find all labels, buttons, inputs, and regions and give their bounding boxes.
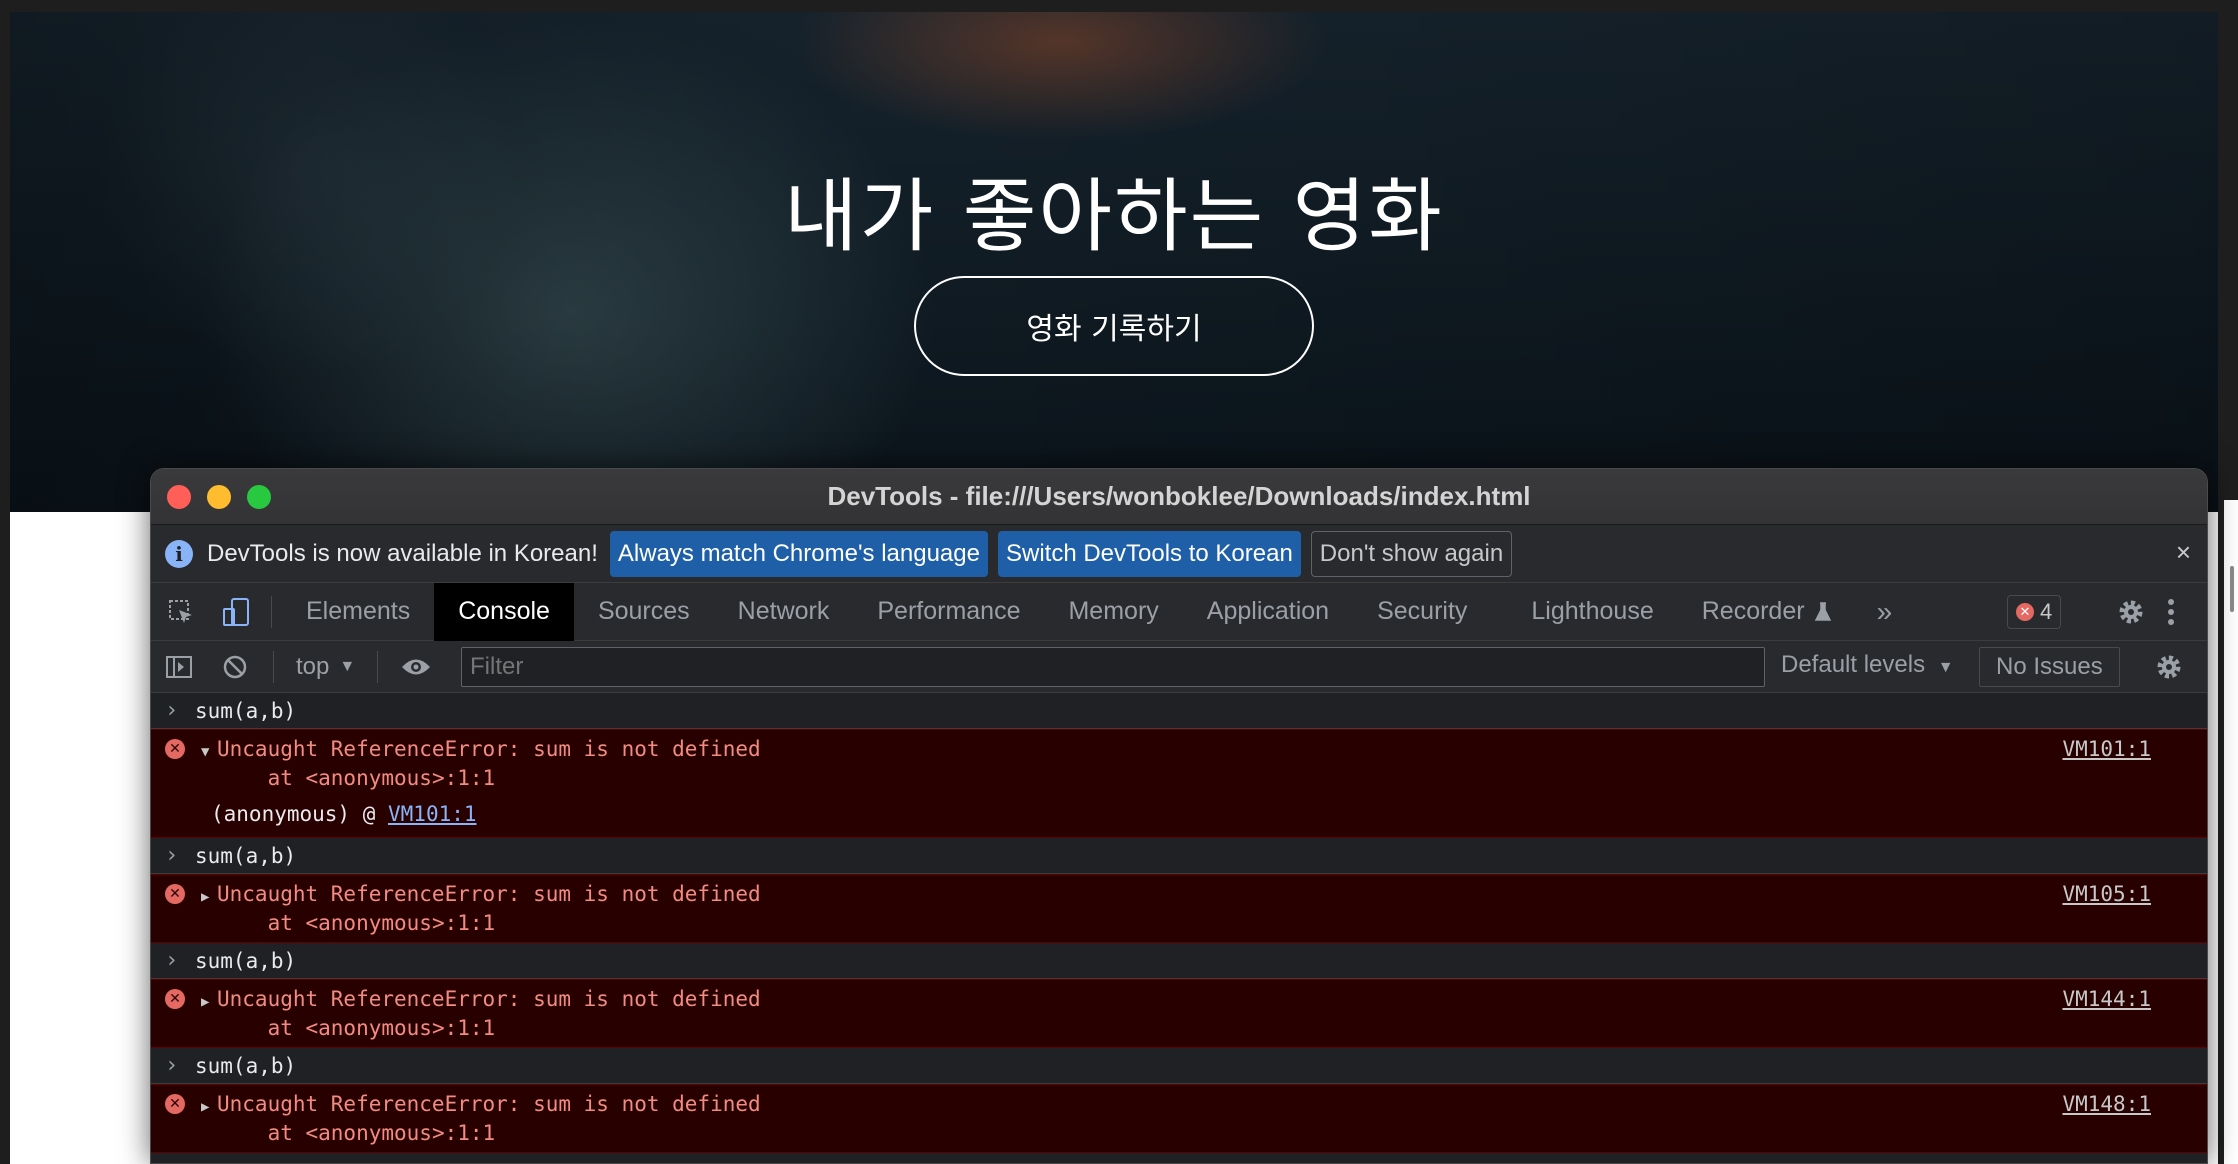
chevron-down-icon: ▼ xyxy=(339,657,356,675)
console-input-text: sum(a,b) xyxy=(195,698,297,723)
info-icon: i xyxy=(165,539,193,568)
close-infobar-icon[interactable]: × xyxy=(2176,537,2191,568)
error-location: at <anonymous>:1:1 xyxy=(201,1015,2207,1041)
error-location: at <anonymous>:1:1 xyxy=(201,910,2207,936)
stack-trace: (anonymous) @ VM101:1 xyxy=(201,801,2207,827)
tab-elements[interactable]: Elements xyxy=(282,583,434,641)
issues-button[interactable]: No Issues xyxy=(1979,647,2120,687)
error-source-link[interactable]: VM105:1 xyxy=(2062,881,2151,907)
console-sidebar-icon[interactable] xyxy=(151,641,207,693)
console-input-row: › sum(a,b) xyxy=(151,693,2207,729)
more-tabs-chevron-icon[interactable]: » xyxy=(1857,596,1913,628)
always-match-language-button[interactable]: Always match Chrome's language xyxy=(609,530,988,577)
log-levels-label: Default levels xyxy=(1781,651,1926,678)
toolbar-separator xyxy=(271,595,272,628)
tab-sources[interactable]: Sources xyxy=(574,583,714,641)
error-icon: ✕ xyxy=(165,989,185,1009)
error-message-text: Uncaught ReferenceError: sum is not defi… xyxy=(217,737,761,761)
language-infobar: i DevTools is now available in Korean! A… xyxy=(151,525,2207,583)
execution-context-value: top xyxy=(296,652,330,680)
console-input-text: sum(a,b) xyxy=(195,843,297,868)
tab-network[interactable]: Network xyxy=(714,583,854,641)
clear-console-icon[interactable] xyxy=(207,641,263,693)
console-input-text: sum(a,b) xyxy=(195,1053,297,1078)
live-expression-eye-icon[interactable] xyxy=(388,641,444,693)
console-error-row[interactable]: ✕ ▶ Uncaught ReferenceError: sum is not d… xyxy=(151,874,2207,943)
prompt-chevron-icon: › xyxy=(165,1053,179,1078)
error-location: at <anonymous>:1:1 xyxy=(201,1120,2207,1146)
dont-show-again-button[interactable]: Don't show again xyxy=(1310,530,1513,577)
more-options-icon[interactable] xyxy=(2141,583,2201,641)
console-input-row: › sum(a,b) xyxy=(151,943,2207,979)
inspect-element-icon[interactable] xyxy=(151,583,211,641)
collapsed-triangle-icon[interactable]: ▶ xyxy=(201,884,217,910)
error-count: 4 xyxy=(2040,599,2053,624)
devtools-titlebar[interactable]: DevTools - file:///Users/wonboklee/Downl… xyxy=(151,469,2207,525)
console-error-row[interactable]: ✕ ▶ Uncaught ReferenceError: sum is not d… xyxy=(151,979,2207,1048)
device-toolbar-icon[interactable] xyxy=(211,583,261,641)
console-error-row[interactable]: ✕ ▼ Uncaught ReferenceError: sum is not d… xyxy=(151,729,2207,838)
error-message[interactable]: ▶ Uncaught ReferenceError: sum is not def… xyxy=(201,881,2207,910)
error-source-link[interactable]: VM148:1 xyxy=(2062,1091,2151,1117)
toolbar-separator xyxy=(377,650,379,683)
error-icon: ✕ xyxy=(165,739,185,759)
chevron-down-icon: ▼ xyxy=(1937,659,1954,676)
tab-application[interactable]: Application xyxy=(1183,583,1353,641)
console-input-row: › sum(a,b) xyxy=(151,838,2207,874)
devtools-window: DevTools - file:///Users/wonboklee/Downl… xyxy=(150,468,2208,1164)
record-movie-button[interactable]: 영화 기록하기 xyxy=(914,276,1314,376)
tab-performance[interactable]: Performance xyxy=(853,583,1044,641)
hero-banner: 내가 좋아하는 영화 영화 기록하기 xyxy=(10,12,2218,512)
stack-frame-link[interactable]: VM101:1 xyxy=(388,802,477,826)
error-location-text: at <anonymous>:1:1 xyxy=(267,766,496,790)
console-settings-gear-icon[interactable] xyxy=(2141,641,2197,693)
tab-security[interactable]: Security xyxy=(1353,583,1491,641)
error-source-link[interactable]: VM144:1 xyxy=(2062,986,2151,1012)
error-icon: ✕ xyxy=(2016,603,2034,621)
collapsed-triangle-icon[interactable]: ▶ xyxy=(201,989,217,1015)
prompt-chevron-icon: › xyxy=(165,698,179,723)
collapsed-triangle-icon[interactable]: ▶ xyxy=(201,1094,217,1120)
error-count-badge[interactable]: ✕ 4 xyxy=(2007,595,2062,629)
error-location-text: at <anonymous>:1:1 xyxy=(267,1016,496,1040)
error-message[interactable]: ▼ Uncaught ReferenceError: sum is not def… xyxy=(201,736,2207,765)
execution-context-select[interactable]: top ▼ xyxy=(284,653,367,681)
error-location-text: at <anonymous>:1:1 xyxy=(267,1121,496,1145)
error-icon: ✕ xyxy=(165,1094,185,1114)
stack-frame-fn: (anonymous) @ xyxy=(211,802,389,826)
console-error-row[interactable]: ✕ ▶ Uncaught ReferenceError: sum is not d… xyxy=(151,1084,2207,1153)
error-source-link[interactable]: VM101:1 xyxy=(2062,736,2151,762)
console-input-row: › sum(a,b) xyxy=(151,1048,2207,1084)
console-output[interactable]: › sum(a,b) ✕ ▼ Uncaught ReferenceError: s… xyxy=(151,693,2207,1153)
error-location-text: at <anonymous>:1:1 xyxy=(267,911,496,935)
expanded-triangle-icon[interactable]: ▼ xyxy=(201,739,217,765)
tab-recorder[interactable]: Recorder xyxy=(1678,583,1857,641)
tab-console[interactable]: Console xyxy=(434,582,574,641)
toolbar-separator xyxy=(273,650,274,683)
infobar-message: DevTools is now available in Korean! xyxy=(207,539,598,567)
console-filterbar: top ▼ Default levels ▼ No Issues xyxy=(151,641,2207,693)
prompt-chevron-icon: › xyxy=(165,948,179,973)
error-icon: ✕ xyxy=(165,884,185,904)
page-scrollbar-thumb[interactable] xyxy=(2230,566,2234,612)
error-message[interactable]: ▶ Uncaught ReferenceError: sum is not def… xyxy=(201,1091,2207,1120)
error-message-text: Uncaught ReferenceError: sum is not defi… xyxy=(217,882,761,906)
window-title: DevTools - file:///Users/wonboklee/Downl… xyxy=(827,481,1531,511)
error-message[interactable]: ▶ Uncaught ReferenceError: sum is not def… xyxy=(201,986,2207,1015)
experimental-flask-icon xyxy=(1814,601,1831,621)
tab-memory[interactable]: Memory xyxy=(1044,583,1182,641)
error-message-text: Uncaught ReferenceError: sum is not defi… xyxy=(217,987,761,1011)
log-levels-dropdown[interactable]: Default levels ▼ xyxy=(1781,651,1954,679)
prompt-chevron-icon: › xyxy=(165,843,179,868)
error-location: at <anonymous>:1:1 xyxy=(201,765,2207,791)
tab-lighthouse[interactable]: Lighthouse xyxy=(1491,583,1677,641)
hero-title: 내가 좋아하는 영화 xyxy=(784,170,1444,263)
console-filter-input[interactable] xyxy=(461,647,1765,687)
error-message-text: Uncaught ReferenceError: sum is not defi… xyxy=(217,1092,761,1116)
console-input-text: sum(a,b) xyxy=(195,948,297,973)
tab-recorder-label: Recorder xyxy=(1701,597,1805,625)
devtools-tabbar: Elements Console Sources Network Perform… xyxy=(151,582,2207,641)
switch-to-korean-button[interactable]: Switch DevTools to Korean xyxy=(997,530,1301,577)
